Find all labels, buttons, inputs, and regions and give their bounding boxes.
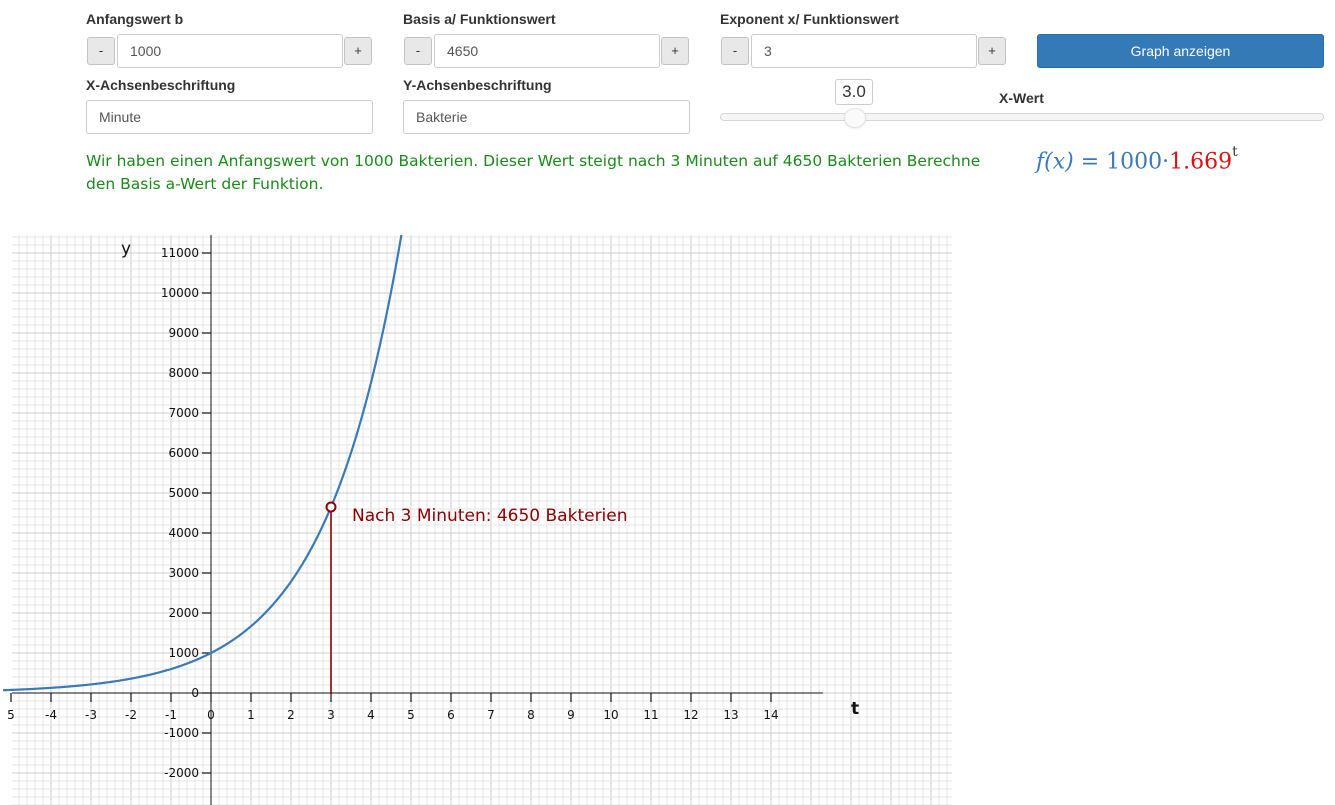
slider-value-tooltip: 3.0 xyxy=(835,79,873,105)
x-tick-label: -4 xyxy=(45,708,57,722)
y-tick-label: 1000 xyxy=(168,646,199,660)
x-tick-label: 1 xyxy=(247,708,255,722)
x-axis-label: t xyxy=(851,699,859,719)
anfangswert-input[interactable] xyxy=(117,34,343,68)
basis-input[interactable] xyxy=(434,34,660,68)
x-tick-label: 3 xyxy=(327,708,335,722)
exponent-input[interactable] xyxy=(751,34,977,68)
highlight-label: Nach 3 Minuten: 4650 Bakterien xyxy=(352,506,628,526)
x-tick-label: 4 xyxy=(367,708,375,722)
y-tick-label: 11000 xyxy=(161,246,199,260)
y-tick-label: -2000 xyxy=(164,766,199,780)
x-tick-label: 12 xyxy=(683,708,698,722)
basis-label: Basis a/ Funktionswert xyxy=(403,11,556,27)
function-formula: f(x) = 1000·1.669t xyxy=(1036,144,1238,175)
x-tick-label: 14 xyxy=(763,708,778,722)
x-tick-label: 2 xyxy=(287,708,295,722)
x-tick-label: 0 xyxy=(207,708,215,722)
x-tick-label: 8 xyxy=(527,708,535,722)
highlight-point xyxy=(325,501,337,513)
y-tick-label: 0 xyxy=(191,686,199,700)
x-tick-label: 11 xyxy=(643,708,658,722)
x-tick-label: -1 xyxy=(165,708,177,722)
exponent-plus-button[interactable]: + xyxy=(978,37,1006,65)
y-tick-label: 3000 xyxy=(168,566,199,580)
y-tick-label: 10000 xyxy=(161,286,199,300)
graph-anzeigen-button[interactable]: Graph anzeigen xyxy=(1037,34,1324,68)
x-wert-slider-handle[interactable] xyxy=(844,108,866,128)
basis-minus-button[interactable]: - xyxy=(404,37,432,65)
formula-coefficient: 1000 xyxy=(1106,149,1163,175)
x-wert-slider-track[interactable] xyxy=(720,113,1324,121)
x-tick-label: 7 xyxy=(487,708,495,722)
y-axis-label: y xyxy=(121,239,131,259)
y-tick-label: 9000 xyxy=(168,326,199,340)
anfangswert-plus-button[interactable]: + xyxy=(344,37,372,65)
x-tick-label: 13 xyxy=(723,708,738,722)
y-tick-label: -1000 xyxy=(164,726,199,740)
x-tick-label: 6 xyxy=(447,708,455,722)
y-tick-label: 7000 xyxy=(168,406,199,420)
y-tick-label: 8000 xyxy=(168,366,199,380)
x-achse-input[interactable] xyxy=(86,100,373,134)
formula-exponent: t xyxy=(1232,144,1238,160)
task-description: Wir haben einen Anfangswert von 1000 Bak… xyxy=(86,152,981,193)
y-tick-label: 5000 xyxy=(168,486,199,500)
x-tick-label: 9 xyxy=(567,708,575,722)
formula-equals: = xyxy=(1080,149,1100,175)
basis-plus-button[interactable]: + xyxy=(661,37,689,65)
x-tick-label: 5 xyxy=(7,708,15,722)
anfangswert-minus-button[interactable]: - xyxy=(87,37,115,65)
x-wert-label: X-Wert xyxy=(999,90,1044,106)
exponent-minus-button[interactable]: - xyxy=(721,37,749,65)
formula-base: 1.669 xyxy=(1169,149,1233,175)
x-tick-label: -3 xyxy=(85,708,97,722)
x-tick-label: 10 xyxy=(603,708,618,722)
y-achse-input[interactable] xyxy=(403,100,690,134)
y-tick-label: 2000 xyxy=(168,606,199,620)
y-tick-label: 4000 xyxy=(168,526,199,540)
x-tick-label: -2 xyxy=(125,708,137,722)
x-tick-label: 5 xyxy=(407,708,415,722)
y-tick-label: 6000 xyxy=(168,446,199,460)
exponent-label: Exponent x/ Funktionswert xyxy=(720,11,899,27)
y-achse-label: Y-Achsenbeschriftung xyxy=(403,77,552,93)
exponential-curve xyxy=(2,234,403,692)
anfangswert-label: Anfangswert b xyxy=(86,11,184,27)
function-graph[interactable]: 5 -4 -3 -2 -1 0 1 2 3 4 5 6 7 8 9 10 11 12 13 14-2000-10000… xyxy=(0,230,955,805)
x-achse-label: X-Achsenbeschriftung xyxy=(86,77,236,93)
formula-lhs: f(x) xyxy=(1036,149,1074,175)
